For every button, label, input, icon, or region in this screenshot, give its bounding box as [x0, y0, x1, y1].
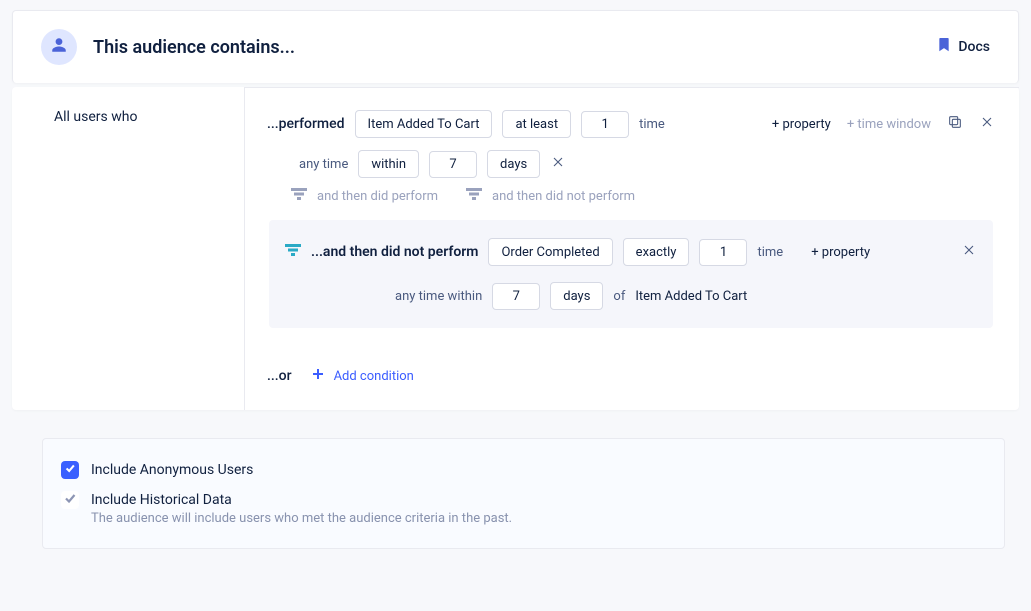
- frequency-count-input[interactable]: 1: [581, 111, 629, 138]
- remove-condition-button[interactable]: [979, 114, 995, 134]
- builder-left-column: All users who: [12, 87, 244, 145]
- event-select[interactable]: Item Added To Cart: [355, 110, 493, 138]
- remove-time-window-button[interactable]: [550, 154, 566, 174]
- user-icon: [50, 36, 68, 58]
- nested-add-property-button[interactable]: + property: [811, 245, 870, 260]
- copy-icon: [947, 114, 963, 134]
- audience-avatar: [41, 29, 77, 65]
- any-time-within-label: any time within: [395, 289, 482, 304]
- include-anonymous-checkbox[interactable]: [61, 461, 79, 479]
- header-left: This audience contains...: [41, 29, 295, 65]
- bookmark-icon: [938, 38, 950, 56]
- time-unit-select[interactable]: days: [487, 150, 540, 178]
- nested-frequency-suffix: time: [757, 245, 783, 260]
- funnel-did-perform-button[interactable]: and then did perform: [291, 188, 438, 204]
- include-anonymous-option: Include Anonymous Users: [61, 461, 982, 479]
- condition-prefix: ...performed: [267, 116, 345, 132]
- condition-row-1: ...performed Item Added To Cart at least…: [267, 110, 995, 138]
- time-operator-select[interactable]: within: [358, 150, 419, 178]
- all-users-who-label: All users who: [54, 109, 137, 125]
- builder-conditions: ...performed Item Added To Cart at least…: [244, 87, 1019, 410]
- of-label: of: [613, 289, 625, 304]
- duplicate-button[interactable]: [947, 114, 963, 134]
- nested-time-unit-select[interactable]: days: [550, 282, 603, 310]
- add-condition-button[interactable]: Add condition: [312, 368, 414, 384]
- nested-row-1: ...and then did not perform Order Comple…: [285, 238, 973, 266]
- add-property-button[interactable]: + property: [772, 117, 831, 132]
- nested-frequency-count-input[interactable]: 1: [699, 239, 747, 266]
- funnel-icon: [291, 188, 307, 204]
- nested-prefix: ...and then did not perform: [311, 244, 478, 260]
- time-count-input[interactable]: 7: [429, 151, 477, 178]
- options-panel: Include Anonymous Users Include Historic…: [42, 438, 1005, 549]
- funnel-did-not-label: and then did not perform: [492, 189, 635, 204]
- include-anonymous-label: Include Anonymous Users: [91, 462, 253, 478]
- condition-actions: + property + time window: [772, 114, 995, 134]
- funnel-did-not-perform-button[interactable]: and then did not perform: [466, 188, 635, 204]
- audience-builder: All users who ...performed Item Added To…: [12, 87, 1019, 410]
- funnel-did-label: and then did perform: [317, 189, 438, 204]
- add-time-window-button[interactable]: + time window: [847, 117, 931, 132]
- frequency-suffix: time: [639, 117, 665, 132]
- funnel-options: and then did perform and then did not pe…: [267, 178, 995, 208]
- include-historical-checkbox[interactable]: [61, 491, 79, 509]
- nested-frequency-operator-select[interactable]: exactly: [623, 238, 690, 266]
- frequency-operator-select[interactable]: at least: [502, 110, 571, 138]
- or-prefix: ...or: [267, 368, 292, 384]
- include-historical-label: Include Historical Data: [91, 492, 232, 508]
- include-historical-description: The audience will include users who met …: [91, 511, 982, 526]
- plus-icon: [312, 368, 324, 384]
- nested-event-select[interactable]: Order Completed: [488, 238, 612, 266]
- close-icon: [550, 154, 566, 174]
- remove-nested-condition-button[interactable]: [961, 242, 977, 262]
- check-icon: [64, 462, 76, 478]
- close-icon: [979, 114, 995, 134]
- nested-time-count-input[interactable]: 7: [492, 283, 540, 310]
- close-icon: [961, 242, 977, 262]
- docs-label: Docs: [958, 39, 990, 55]
- page-title: This audience contains...: [93, 37, 295, 58]
- funnel-icon: [285, 244, 301, 260]
- or-row: ...or Add condition: [245, 346, 1019, 410]
- include-historical-option: Include Historical Data: [61, 491, 982, 509]
- of-event-label: Item Added To Cart: [635, 289, 747, 304]
- condition-performed: ...performed Item Added To Cart at least…: [245, 88, 1019, 346]
- check-icon: [63, 491, 77, 509]
- docs-link[interactable]: Docs: [938, 38, 990, 56]
- add-condition-label: Add condition: [334, 369, 414, 384]
- nested-condition-did-not-perform: ...and then did not perform Order Comple…: [269, 220, 993, 328]
- any-time-label: any time: [299, 157, 348, 172]
- condition-time-row: any time within 7 days: [267, 150, 995, 178]
- funnel-icon: [466, 188, 482, 204]
- header-bar: This audience contains... Docs: [12, 10, 1019, 83]
- nested-row-2: any time within 7 days of Item Added To …: [285, 282, 973, 310]
